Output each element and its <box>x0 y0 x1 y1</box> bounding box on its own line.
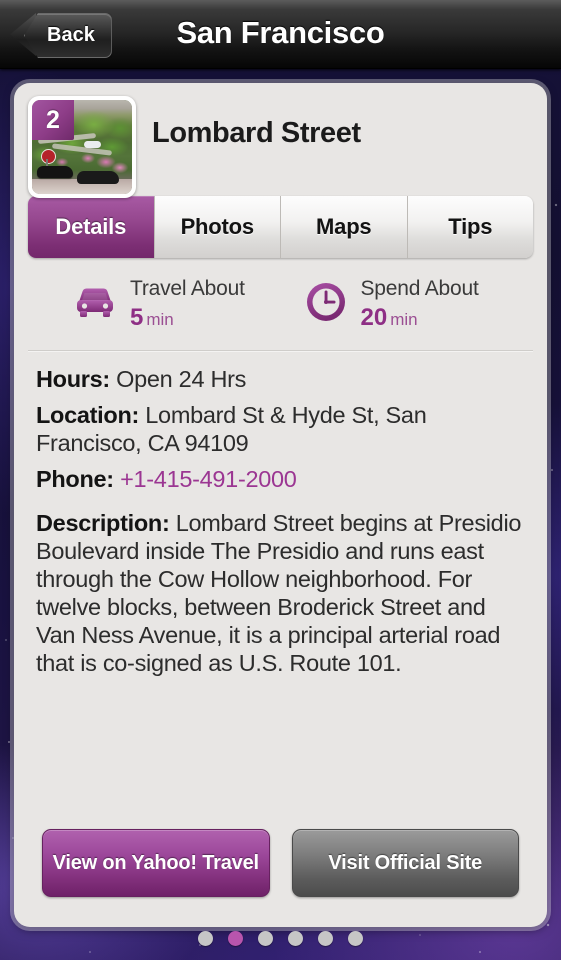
phone-label: Phone: <box>36 466 114 492</box>
tab-tips[interactable]: Tips <box>407 196 533 258</box>
travel-time-text: Travel About 5 min <box>130 276 245 334</box>
hours-label: Hours: <box>36 366 110 392</box>
spend-time-value: 20 min <box>361 304 479 334</box>
thumbnail-image: 2 <box>32 100 132 194</box>
thumbnail-black-car-right <box>77 170 119 184</box>
pager-dot-3[interactable] <box>258 931 273 946</box>
pager-dot-6[interactable] <box>348 931 363 946</box>
action-button-row: View on Yahoo! Travel Visit Official Sit… <box>14 829 547 897</box>
app-root: Back San Francisco 2 Lombard Street Deta… <box>0 0 561 960</box>
poi-header: 2 Lombard Street <box>14 83 547 198</box>
details-body: Hours: Open 24 Hrs Location: Lombard St … <box>14 351 547 677</box>
phone-number-link[interactable]: +1-415-491-2000 <box>120 466 297 492</box>
pager-dot-5[interactable] <box>318 931 333 946</box>
location-row: Location: Lombard St & Hyde St, San Fran… <box>36 401 525 457</box>
tab-maps[interactable]: Maps <box>281 196 408 258</box>
hours-value: Open 24 Hrs <box>116 366 247 392</box>
spend-time-text: Spend About 20 min <box>361 276 479 334</box>
tab-details[interactable]: Details <box>28 196 155 258</box>
pager-dot-4[interactable] <box>288 931 303 946</box>
car-icon <box>72 279 118 325</box>
travel-time-number: 5 <box>130 304 144 331</box>
poi-index-badge: 2 <box>32 100 74 140</box>
pager-dots <box>0 931 561 946</box>
poi-title: Lombard Street <box>152 117 361 149</box>
poi-thumbnail[interactable]: 2 <box>28 96 136 198</box>
thumbnail-stop-sign <box>41 148 56 164</box>
spend-time-item: Spend About 20 min <box>303 276 534 334</box>
travel-time-unit: min <box>146 310 174 329</box>
travel-time-value: 5 min <box>130 304 245 334</box>
clock-icon <box>303 279 349 325</box>
navigation-bar: Back San Francisco <box>0 0 561 69</box>
travel-time-label: Travel About <box>130 277 245 300</box>
spend-time-label: Spend About <box>360 277 479 300</box>
thumbnail-white-car <box>84 141 101 148</box>
pager-dot-2[interactable] <box>228 931 243 946</box>
summary-info-row: Travel About 5 min Spend About 20 min <box>28 258 533 351</box>
tab-photos[interactable]: Photos <box>154 196 281 258</box>
page-title: San Francisco <box>176 15 385 50</box>
spend-time-number: 20 <box>360 304 388 331</box>
hours-row: Hours: Open 24 Hrs <box>36 365 525 393</box>
view-on-yahoo-travel-button[interactable]: View on Yahoo! Travel <box>42 829 270 897</box>
spend-time-unit: min <box>390 310 418 329</box>
description-row: Description: Lombard Street begins at Pr… <box>36 509 525 677</box>
travel-time-item: Travel About 5 min <box>72 276 303 334</box>
phone-row: Phone: +1-415-491-2000 <box>36 465 525 493</box>
tab-bar: Details Photos Maps Tips <box>28 196 533 258</box>
thumbnail-black-car-left <box>37 165 73 179</box>
visit-official-site-button[interactable]: Visit Official Site <box>291 829 519 897</box>
pager-dot-1[interactable] <box>198 931 213 946</box>
location-label: Location: <box>36 402 140 428</box>
poi-card: 2 Lombard Street Details Photos Maps Tip… <box>14 83 547 927</box>
description-label: Description: <box>36 510 170 536</box>
